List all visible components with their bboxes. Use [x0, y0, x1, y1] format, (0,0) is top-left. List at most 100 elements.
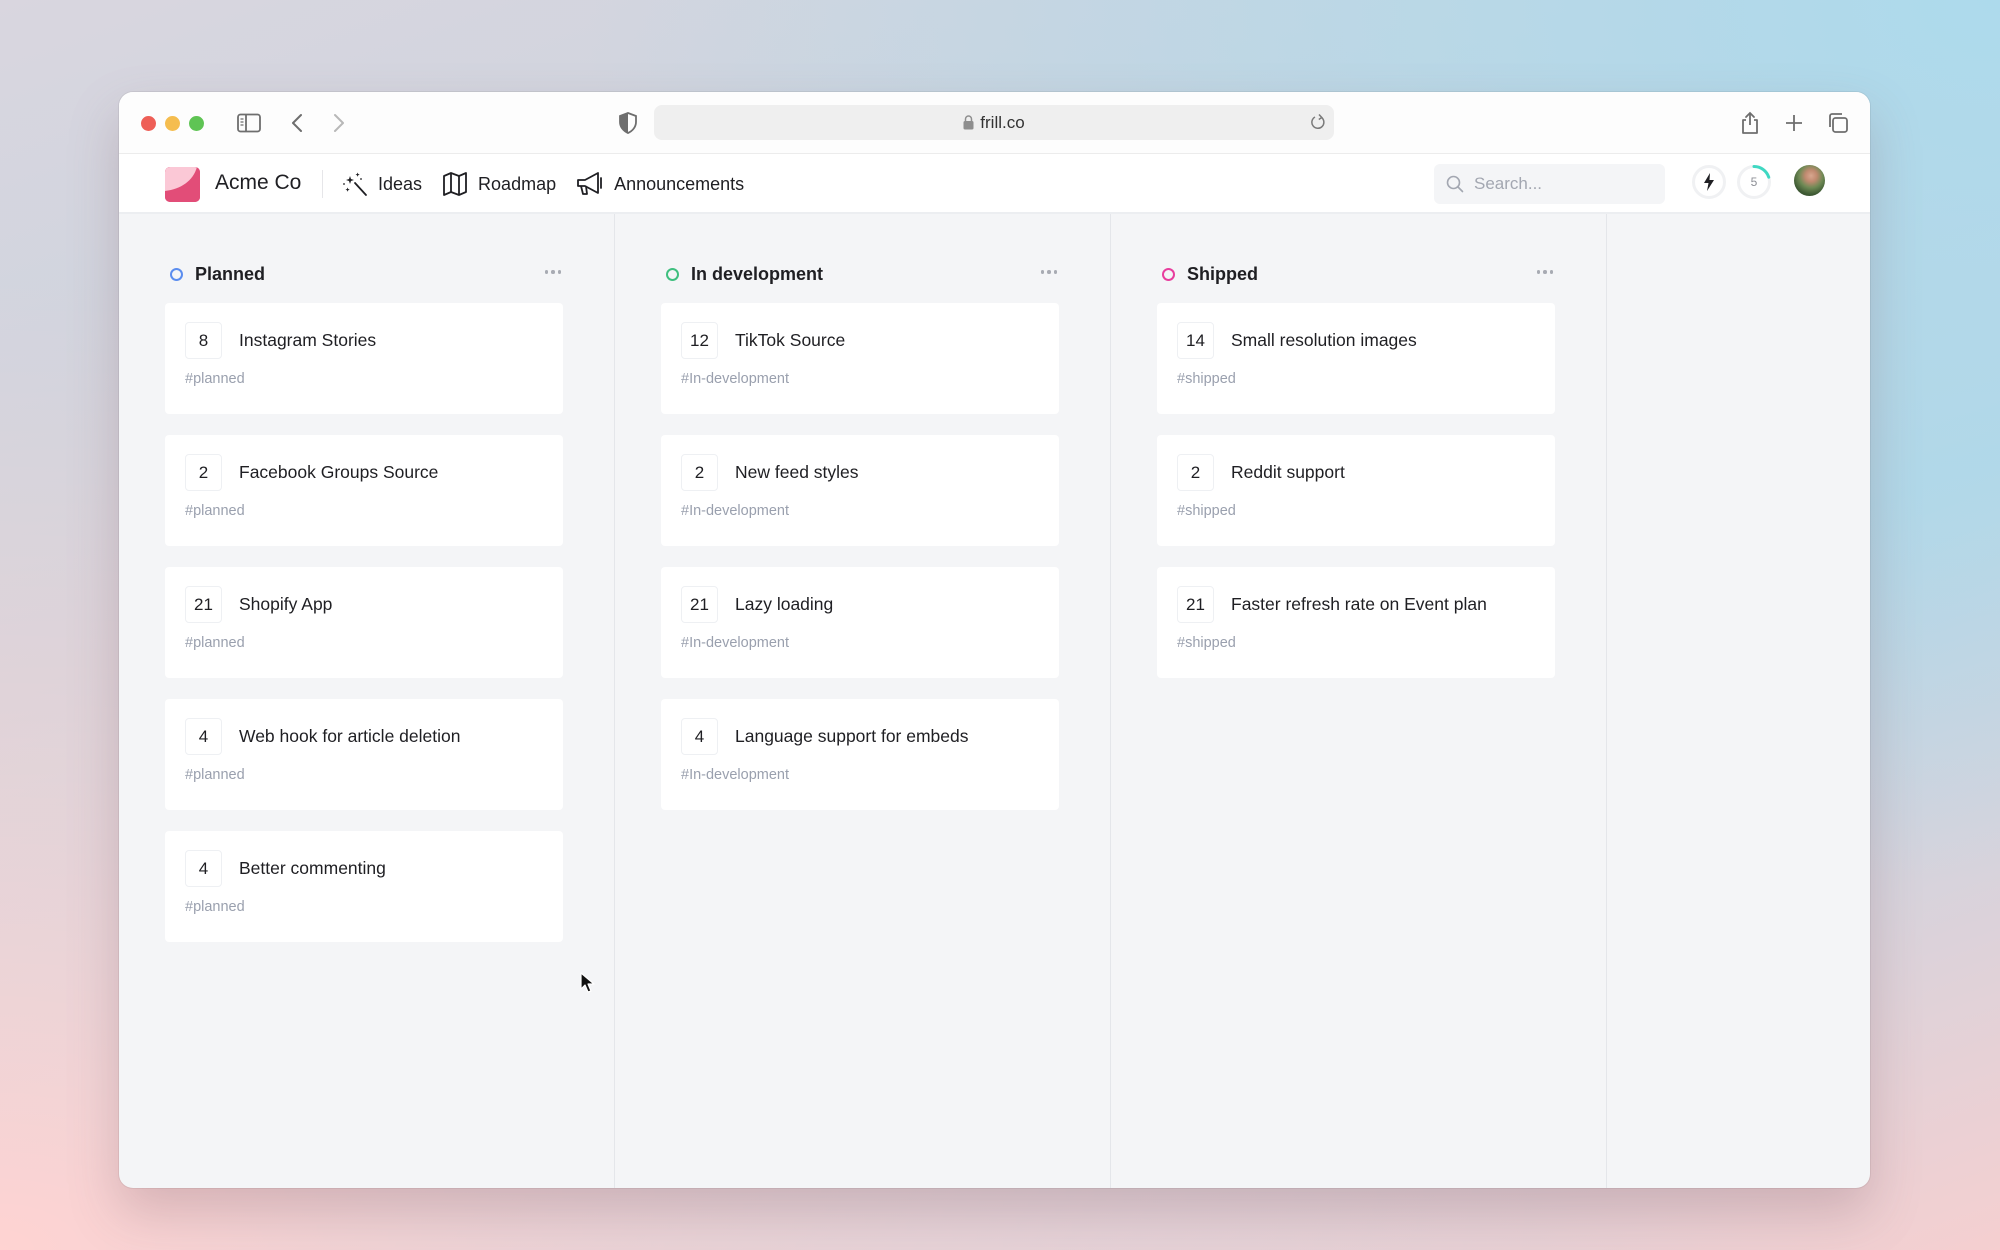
- sidebar-toggle-icon[interactable]: [235, 110, 263, 136]
- lock-icon: [963, 115, 974, 130]
- roadmap-card[interactable]: 12 TikTok Source #In-development: [661, 303, 1059, 414]
- map-icon: [443, 172, 467, 196]
- roadmap-card[interactable]: 2 Facebook Groups Source #planned: [165, 435, 563, 546]
- card-tag[interactable]: #In-development: [681, 371, 1059, 387]
- vote-count-button[interactable]: 8: [185, 322, 222, 359]
- close-window-button[interactable]: [141, 116, 156, 131]
- vote-count-button[interactable]: 14: [1177, 322, 1214, 359]
- card-tag[interactable]: #shipped: [1177, 371, 1555, 387]
- tabs-overview-icon[interactable]: [1826, 110, 1850, 136]
- main-nav: Ideas Roadmap Announcements: [342, 168, 744, 200]
- column-planned: Planned 8 Instagram Stories #planned 2 Facebo…: [119, 214, 615, 1188]
- roadmap-card[interactable]: 4 Language support for embeds #In-developm…: [661, 699, 1059, 810]
- card-tag[interactable]: #planned: [185, 503, 563, 519]
- vote-count-button[interactable]: 2: [1177, 454, 1214, 491]
- roadmap-card[interactable]: 21 Shopify App #planned: [165, 567, 563, 678]
- card-title: Shopify App: [239, 594, 333, 614]
- nav-announcements-label: Announcements: [614, 173, 745, 194]
- roadmap-card[interactable]: 2 Reddit support #shipped: [1157, 435, 1555, 546]
- card-tag[interactable]: #planned: [185, 899, 563, 915]
- progress-ring-button[interactable]: 5: [1737, 165, 1771, 199]
- brand-name[interactable]: Acme Co: [215, 171, 301, 195]
- roadmap-card[interactable]: 21 Faster refresh rate on Event plan #ship…: [1157, 567, 1555, 678]
- card-title: Lazy loading: [735, 594, 834, 614]
- lightning-icon: [1704, 173, 1714, 191]
- card-title: Web hook for article deletion: [239, 726, 461, 746]
- more-options-icon[interactable]: [1039, 264, 1059, 280]
- vote-count-button[interactable]: 4: [681, 718, 718, 755]
- search-icon: [1446, 175, 1464, 193]
- card-tag[interactable]: #In-development: [681, 635, 1059, 651]
- status-ring-icon: [1162, 267, 1175, 281]
- roadmap-board: Planned 8 Instagram Stories #planned 2 Facebo…: [119, 214, 1870, 1188]
- maximize-window-button[interactable]: [189, 116, 204, 131]
- chevron-right-icon[interactable]: [329, 110, 349, 136]
- column-header: Planned: [165, 259, 563, 289]
- nav-roadmap-label: Roadmap: [478, 173, 557, 194]
- roadmap-card[interactable]: 14 Small resolution images #shipped: [1157, 303, 1555, 414]
- card-tag[interactable]: #planned: [185, 635, 563, 651]
- status-ring-icon: [170, 267, 183, 281]
- header-divider: [322, 170, 323, 198]
- roadmap-card[interactable]: 2 New feed styles #In-development: [661, 435, 1059, 546]
- more-options-icon[interactable]: [543, 264, 563, 280]
- vote-count-button[interactable]: 4: [185, 718, 222, 755]
- browser-window: frill.co Acme Co Ideas Roadmap Announcem…: [119, 92, 1870, 1188]
- card-tag[interactable]: #In-development: [681, 503, 1059, 519]
- card-tag[interactable]: #In-development: [681, 767, 1059, 783]
- magic-wand-icon: [343, 172, 367, 196]
- card-title: Small resolution images: [1231, 330, 1417, 350]
- search-box[interactable]: [1434, 164, 1665, 204]
- roadmap-card[interactable]: 4 Better commenting #planned: [165, 831, 563, 942]
- card-tag[interactable]: #shipped: [1177, 635, 1555, 651]
- vote-count-button[interactable]: 21: [681, 586, 718, 623]
- card-title: Reddit support: [1231, 462, 1345, 482]
- column-title: Shipped: [1187, 263, 1258, 284]
- search-input[interactable]: [1474, 174, 1644, 194]
- nav-announcements[interactable]: Announcements: [576, 168, 744, 200]
- address-bar[interactable]: frill.co: [654, 105, 1334, 140]
- more-options-icon[interactable]: [1535, 264, 1555, 280]
- activity-button[interactable]: [1692, 165, 1726, 199]
- card-title: Faster refresh rate on Event plan: [1231, 594, 1487, 614]
- card-tag[interactable]: #planned: [185, 371, 563, 387]
- minimize-window-button[interactable]: [165, 116, 180, 131]
- vote-count-button[interactable]: 2: [185, 454, 222, 491]
- card-title: Instagram Stories: [239, 330, 377, 350]
- card-tag[interactable]: #planned: [185, 767, 563, 783]
- megaphone-icon: [577, 172, 602, 195]
- card-tag[interactable]: #shipped: [1177, 503, 1555, 519]
- shield-icon[interactable]: [616, 110, 640, 136]
- brand-logo[interactable]: [165, 167, 200, 202]
- card-title: Language support for embeds: [735, 726, 969, 746]
- card-title: New feed styles: [735, 462, 859, 482]
- column-title: Planned: [195, 263, 266, 284]
- column-title: In development: [691, 263, 824, 284]
- roadmap-card[interactable]: 21 Lazy loading #In-development: [661, 567, 1059, 678]
- vote-count-button[interactable]: 2: [681, 454, 718, 491]
- nav-ideas[interactable]: Ideas: [342, 168, 422, 200]
- vote-count-button[interactable]: 4: [185, 850, 222, 887]
- url-text: frill.co: [980, 112, 1025, 132]
- mouse-cursor: [580, 972, 596, 999]
- column-header: In development: [661, 259, 1059, 289]
- vote-count-button[interactable]: 21: [1177, 586, 1214, 623]
- status-ring-icon: [666, 267, 679, 281]
- progress-count: 5: [1750, 175, 1758, 189]
- share-icon[interactable]: [1738, 110, 1762, 136]
- nav-roadmap[interactable]: Roadmap: [442, 168, 556, 200]
- column-shipped: Shipped 14 Small resolution images #shipped…: [1111, 214, 1607, 1188]
- card-title: TikTok Source: [735, 330, 846, 350]
- card-title: Facebook Groups Source: [239, 462, 439, 482]
- user-avatar[interactable]: [1794, 165, 1825, 196]
- vote-count-button[interactable]: 12: [681, 322, 718, 359]
- nav-ideas-label: Ideas: [378, 173, 423, 194]
- reload-icon[interactable]: [1310, 112, 1326, 137]
- vote-count-button[interactable]: 21: [185, 586, 222, 623]
- roadmap-card[interactable]: 8 Instagram Stories #planned: [165, 303, 563, 414]
- plus-icon[interactable]: [1782, 110, 1806, 136]
- column-header: Shipped: [1157, 259, 1555, 289]
- chevron-left-icon[interactable]: [287, 110, 307, 136]
- card-title: Better commenting: [239, 858, 386, 878]
- roadmap-card[interactable]: 4 Web hook for article deletion #planned: [165, 699, 563, 810]
